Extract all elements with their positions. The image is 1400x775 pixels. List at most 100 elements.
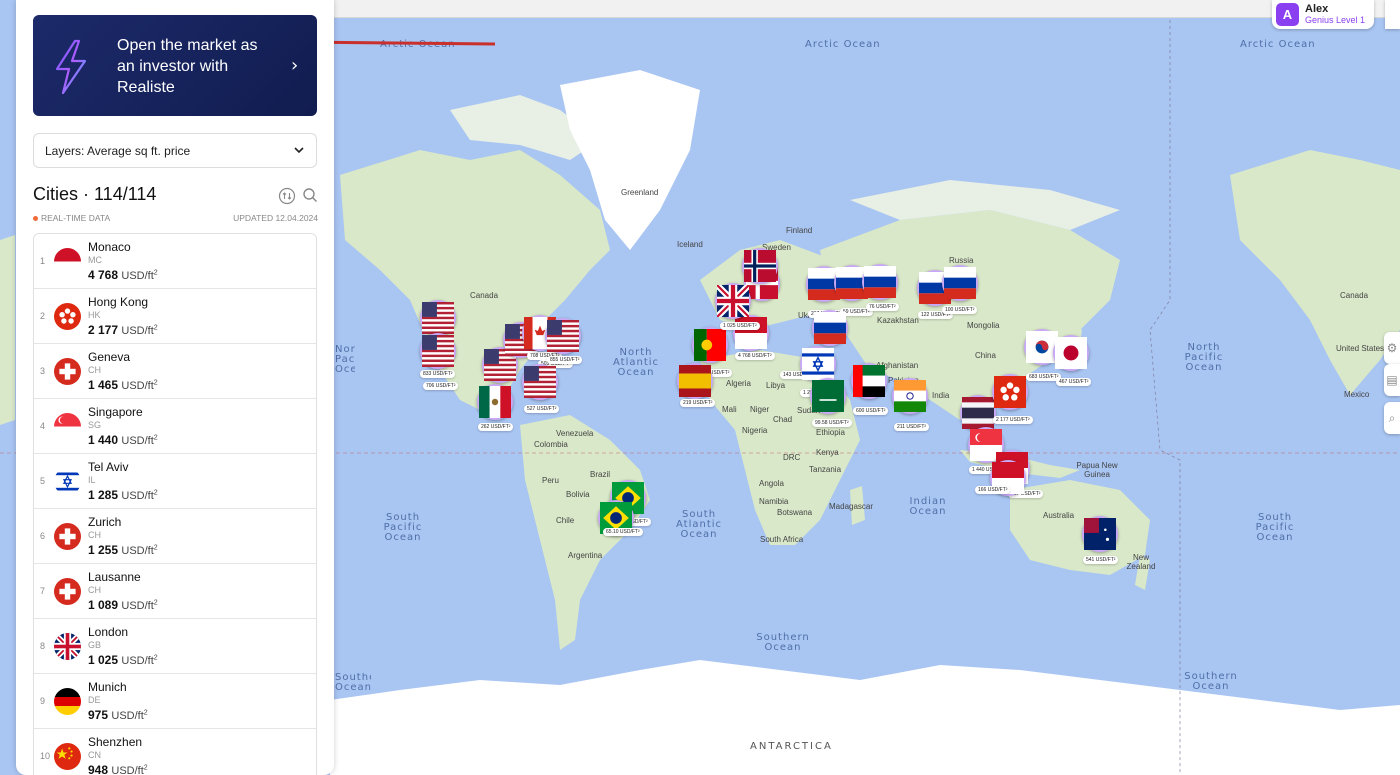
sort-icon[interactable] <box>278 187 296 205</box>
settings-tool-button[interactable]: ⚙ <box>1384 332 1400 364</box>
city-price-tag: 99.58 USD/FT² <box>812 419 852 427</box>
land-label: Chile <box>556 516 575 525</box>
city-name: Lausanne <box>88 570 141 584</box>
city-row-geneva[interactable]: 3 Geneva CH 1 465 USD/ft2 <box>34 344 316 399</box>
city-marker[interactable]: Miami <box>522 364 558 400</box>
city-marker[interactable]: Irkutsk <box>942 265 978 301</box>
city-marker[interactable]: Jeddah <box>810 378 846 414</box>
city-price-unit: USD/ft2 <box>111 764 147 775</box>
flag-icon <box>1055 337 1087 369</box>
price-unit-power: 2 <box>153 544 158 552</box>
land-label: Mexico <box>1344 390 1370 399</box>
city-row-zurich[interactable]: 6 Zurich CH 1 255 USD/ft2 <box>34 509 316 564</box>
ocean-label-indian: Indian Ocean <box>909 496 947 517</box>
city-row-singapore[interactable]: 4 Singapore SG 1 440 USD/ft2 <box>34 399 316 454</box>
land-label: South Africa <box>760 535 804 544</box>
city-price-tag: 855 USD/FT² <box>547 356 583 364</box>
city-price-tag: 600 USD/FT² <box>853 407 889 415</box>
flag-icon <box>484 349 516 381</box>
city-name: Munich <box>88 680 127 694</box>
land-label: Brazil <box>590 470 611 479</box>
ocean-label-north-pacific-right: North Pacific Ocean <box>1184 342 1224 373</box>
land-label: Greenland <box>621 188 659 197</box>
city-marker[interactable]: Monaco <box>733 315 769 351</box>
city-country-code: IL <box>88 475 96 485</box>
city-price-value: 975 <box>88 708 109 722</box>
flag-icon <box>970 429 1002 461</box>
city-country-code: GB <box>88 640 102 650</box>
land-asia-repeat <box>0 235 15 425</box>
city-marker[interactable]: Sydney <box>1082 516 1118 552</box>
top-right-corner-button[interactable] <box>1385 0 1400 29</box>
search-icon[interactable] <box>302 187 318 203</box>
ocean-label-southern-right: Southern Ocean <box>1184 671 1238 692</box>
flag-icon <box>54 688 81 715</box>
city-marker[interactable]: Tokyo <box>1053 335 1089 371</box>
city-price-value: 1 025 <box>88 653 119 667</box>
flag-icon <box>944 267 976 299</box>
city-row-shenzhen[interactable]: 10 Shenzhen CN 948 USD/ft2 <box>34 729 316 775</box>
layers-dropdown[interactable]: Layers: Average sq ft. price <box>33 133 317 168</box>
land-label: Iceland <box>677 240 703 249</box>
city-list[interactable]: 1 Monaco MC 4 768 USD/ft2 2 Hong Kong HK 2 177 … <box>33 233 317 775</box>
city-price-tag: 4 768 USD/FT² <box>735 352 775 360</box>
city-marker[interactable]: Ekaterinburg <box>862 264 898 300</box>
user-profile-badge[interactable]: A Alex Genius Level 1 <box>1272 0 1374 29</box>
city-price-tag: 467 USD/FT² <box>1056 378 1092 386</box>
city-marker[interactable]: Bangkok <box>960 395 996 431</box>
layers-tool-button[interactable]: ▤ <box>1384 364 1400 396</box>
land-label: Australia <box>1043 511 1075 520</box>
price-unit-power: 2 <box>153 324 158 332</box>
city-marker[interactable]: Mumbai <box>892 378 928 414</box>
city-row-monaco[interactable]: 1 Monaco MC 4 768 USD/ft2 <box>34 234 316 289</box>
city-price-unit: USD/ft2 <box>121 379 157 392</box>
lightning-bolt-icon <box>55 39 87 95</box>
city-marker[interactable]: Boston <box>545 318 581 354</box>
city-country-code: DE <box>88 695 101 705</box>
city-rank: 10 <box>40 751 51 761</box>
gear-icon: ⚙ <box>1386 341 1398 355</box>
city-row-london[interactable]: 8 London GB 1 025 USD/ft2 <box>34 619 316 674</box>
city-marker[interactable]: Sochi <box>812 310 848 346</box>
flag-icon <box>744 250 776 282</box>
price-unit-text: USD/ft <box>121 380 154 392</box>
layers-label: Layers: Average sq ft. price <box>45 143 191 158</box>
city-row-hong-kong[interactable]: 2 Hong Kong HK 2 177 USD/ft2 <box>34 289 316 344</box>
flag-icon <box>694 329 726 361</box>
city-row-lausanne[interactable]: 7 Lausanne CH 1 089 USD/ft2 <box>34 564 316 619</box>
price-unit-text: USD/ft <box>121 325 154 337</box>
promo-text: Open the market as an investor with Real… <box>117 37 258 96</box>
land-label: New Zealand <box>1126 553 1156 571</box>
city-marker[interactable]: London <box>715 283 751 319</box>
land-label: Papua New Guinea <box>1076 461 1118 479</box>
city-row-tel-aviv[interactable]: 5 Tel Aviv IL 1 285 USD/ft2 <box>34 454 316 509</box>
price-unit-text: USD/ft <box>111 710 144 722</box>
price-unit-power: 2 <box>153 599 158 607</box>
city-marker[interactable]: Gran Canaria <box>677 363 713 399</box>
city-country-code: HK <box>88 310 101 320</box>
city-price-tag: 541 USD/FT² <box>1083 556 1119 564</box>
land-label: Ethiopia <box>816 428 845 437</box>
flag-icon <box>54 468 81 495</box>
city-marker[interactable]: Lisbon <box>692 327 728 363</box>
city-marker[interactable]: Seattle <box>420 300 456 336</box>
ocean-label-southern-left: Southern Ocean <box>335 673 371 693</box>
investor-promo-banner[interactable]: Open the market as an investor with Real… <box>33 15 317 116</box>
city-marker[interactable]: Mexico City <box>477 384 513 420</box>
land-label: DRC <box>783 453 801 462</box>
land-label: Mali <box>722 405 737 414</box>
land-label: Russia <box>949 256 974 265</box>
city-marker[interactable]: San Francisco <box>420 333 456 369</box>
city-marker[interactable]: Dubai <box>851 363 887 399</box>
city-row-munich[interactable]: 9 Munich DE 975 USD/ft2 <box>34 674 316 729</box>
city-rank: 1 <box>40 256 46 266</box>
updated-date: UPDATED 12.04.2024 <box>233 213 318 223</box>
land-label: Finland <box>786 226 813 235</box>
city-marker[interactable]: Oslo <box>742 248 778 284</box>
city-price-value: 1 089 <box>88 598 119 612</box>
price-unit-power: 2 <box>153 489 158 497</box>
search-tool-button[interactable]: ⌕ <box>1384 402 1400 434</box>
city-marker[interactable]: Tel Aviv <box>800 346 836 382</box>
city-price-unit: USD/ft2 <box>121 654 157 667</box>
city-marker[interactable]: Hong Kong <box>992 374 1028 410</box>
